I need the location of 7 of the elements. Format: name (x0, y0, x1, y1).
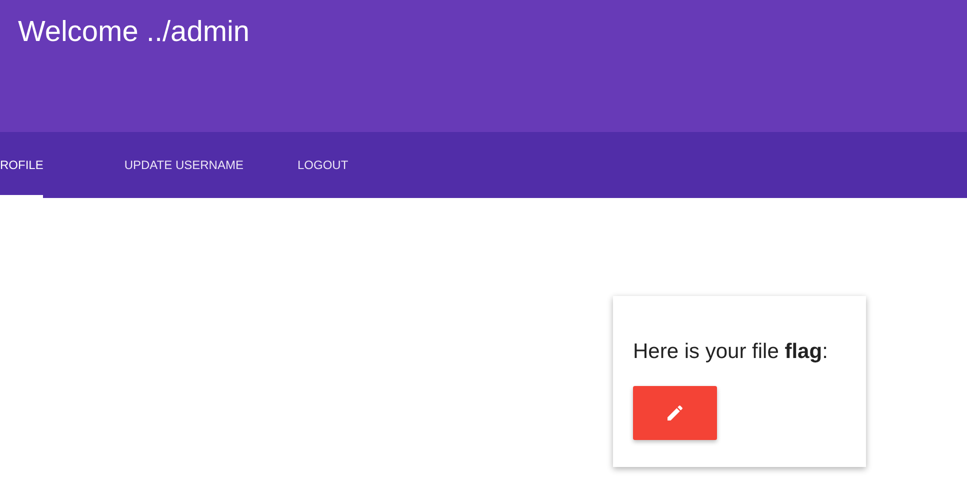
nav-tab[interactable]: ROFILE (0, 132, 44, 198)
nav-tab[interactable]: LOGOUT (270, 132, 376, 198)
edit-button[interactable] (633, 386, 717, 440)
page-title: Welcome ../admin (18, 15, 251, 49)
flag-message: Here is your file flag: (633, 340, 829, 364)
nav-tab[interactable]: UPDATE USERNAME (97, 132, 270, 198)
pencil-icon (665, 403, 685, 423)
